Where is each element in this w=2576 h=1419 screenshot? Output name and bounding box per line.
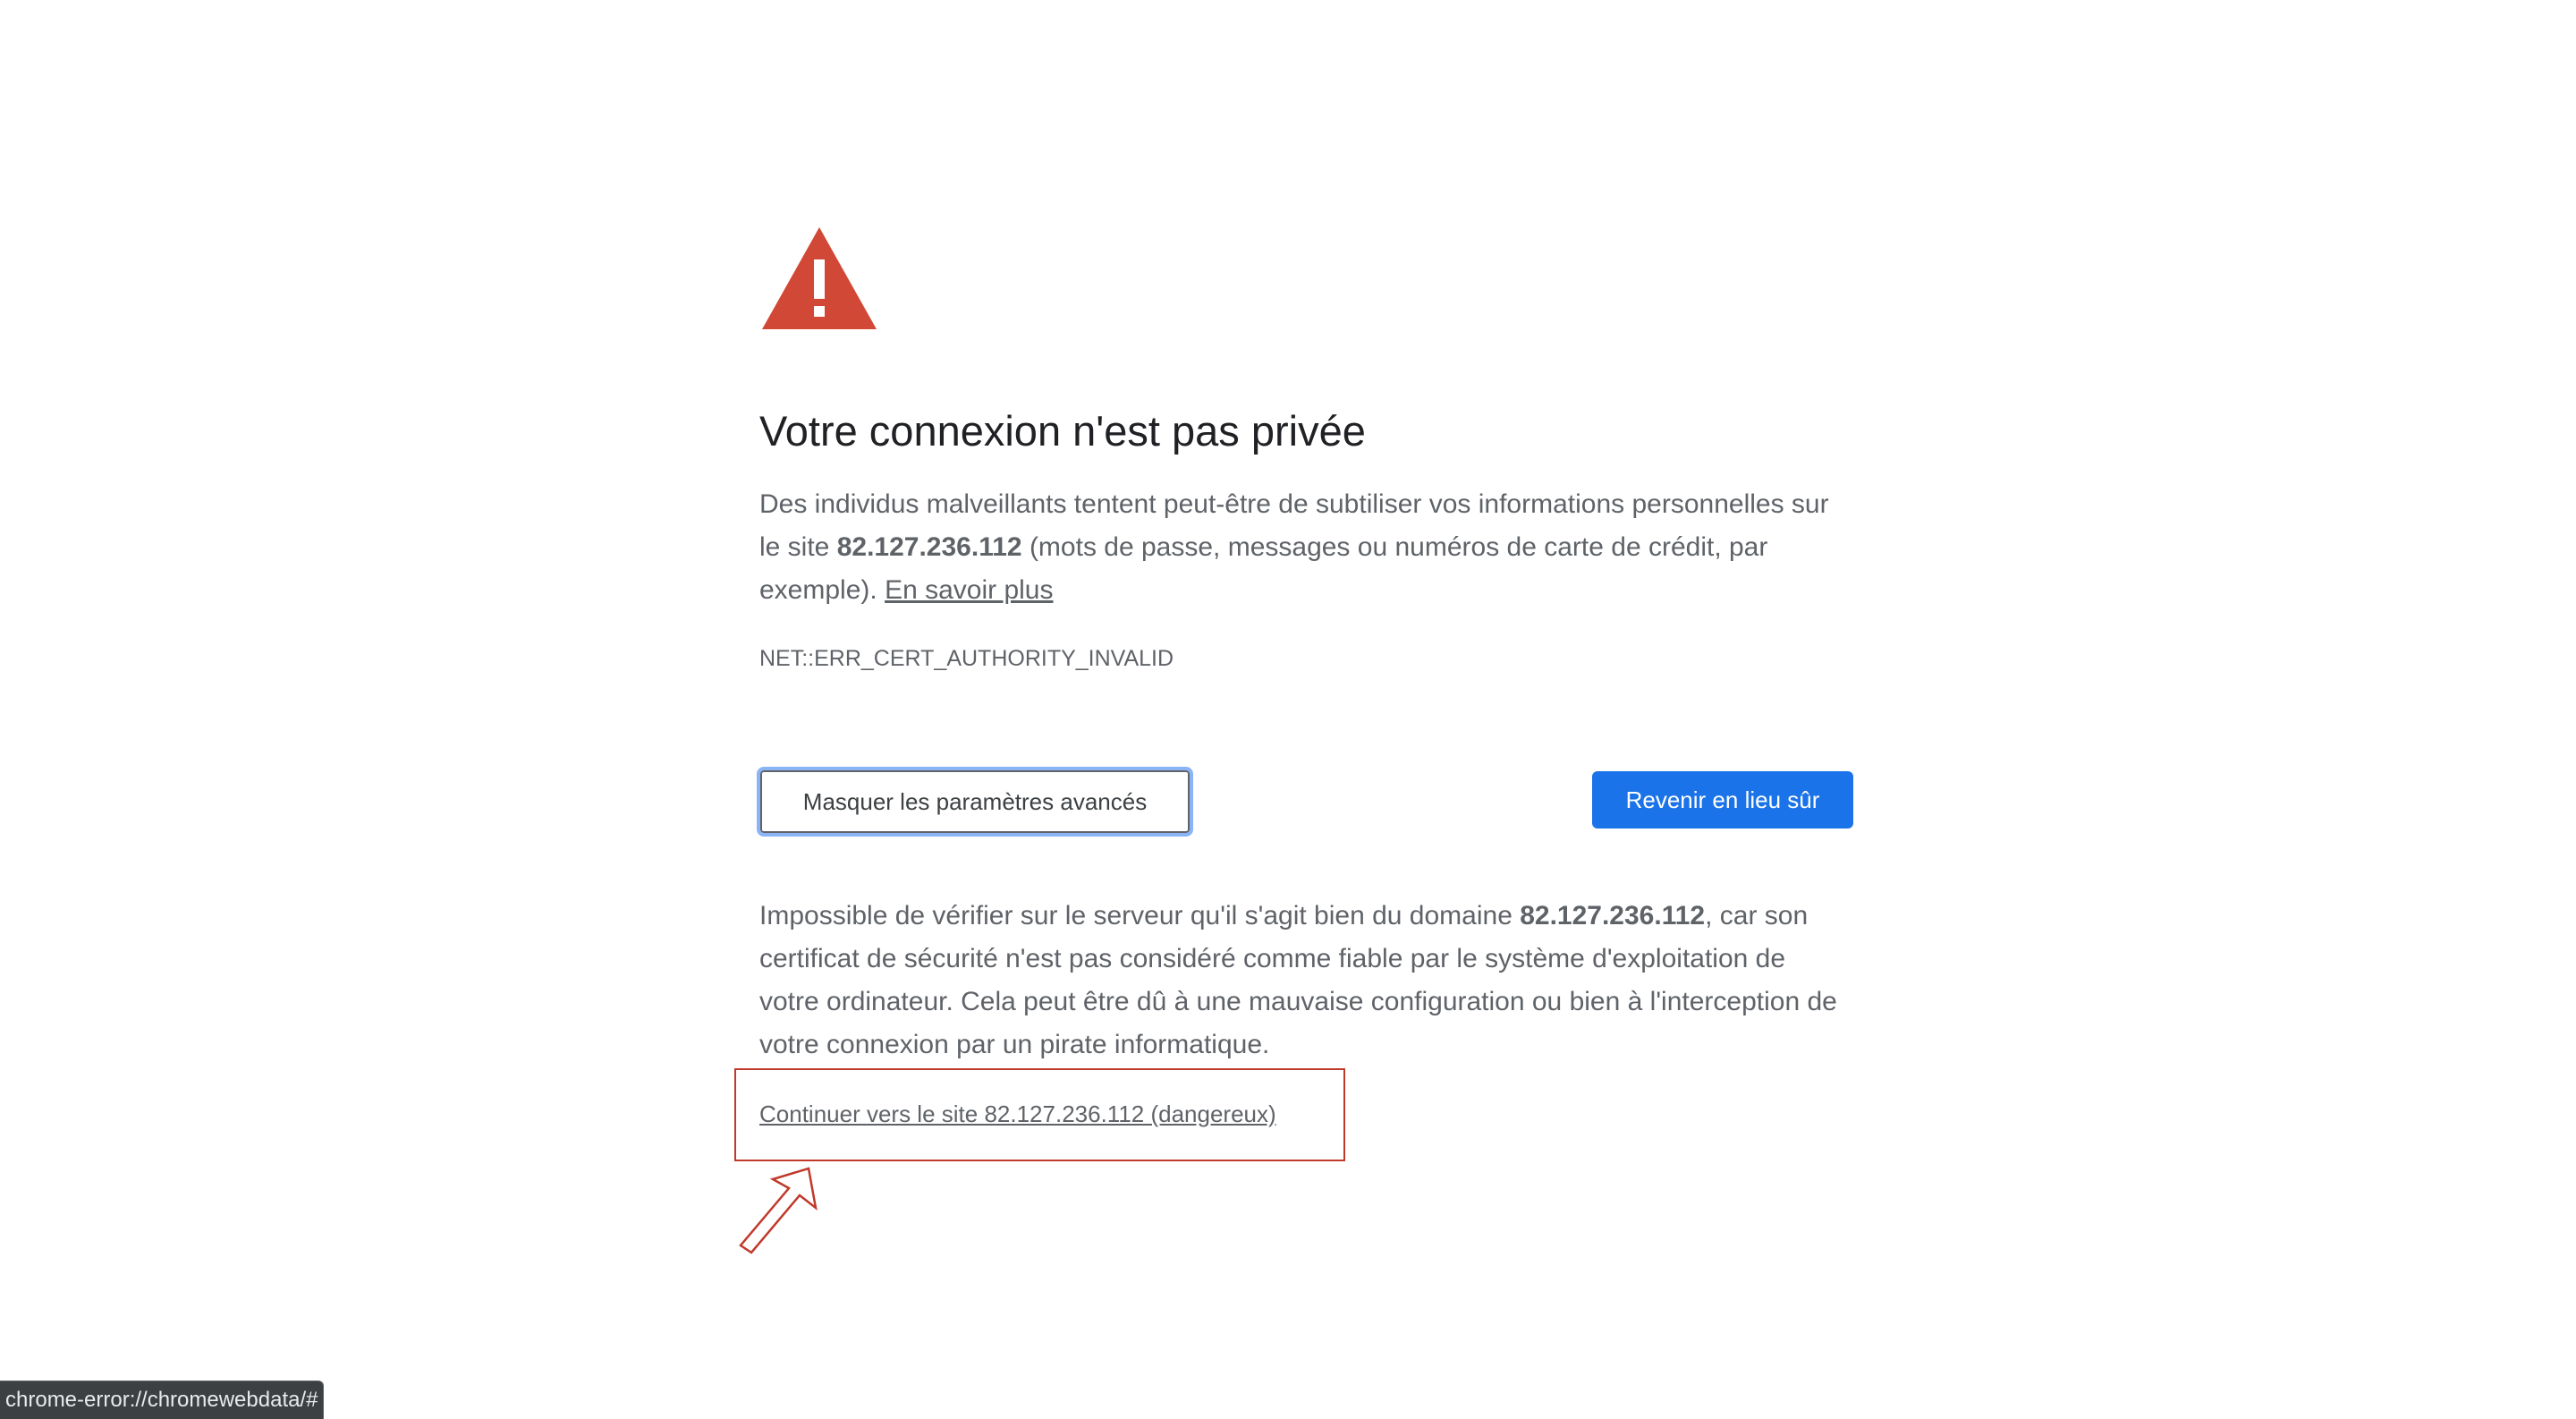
hide-advanced-button[interactable]: Masquer les paramètres avancés [757, 767, 1193, 837]
back-to-safety-button[interactable]: Revenir en lieu sûr [1592, 771, 1853, 828]
page-title: Votre connexion n'est pas privée [759, 407, 1366, 455]
details-message: Impossible de vérifier sur le serveur qu… [759, 895, 1846, 1066]
main-message: Des individus malveillants tentent peut-… [759, 483, 1846, 612]
learn-more-link[interactable]: En savoir plus [885, 575, 1053, 605]
warning-triangle-icon [762, 227, 877, 329]
status-bar-url: chrome-error://chromewebdata/# [0, 1381, 325, 1419]
details-host-name: 82.127.236.112 [1520, 901, 1706, 930]
arrow-up-right-outline-icon [739, 1167, 818, 1254]
error-code: NET::ERR_CERT_AUTHORITY_INVALID [759, 646, 1174, 671]
host-name: 82.127.236.112 [836, 532, 1022, 562]
error-page: Votre connexion n'est pas privée Des ind… [0, 0, 2576, 1419]
proceed-unsafe-link[interactable]: Continuer vers le site 82.127.236.112 (d… [759, 1100, 1276, 1128]
details-text-1: Impossible de vérifier sur le serveur qu… [759, 901, 1521, 930]
